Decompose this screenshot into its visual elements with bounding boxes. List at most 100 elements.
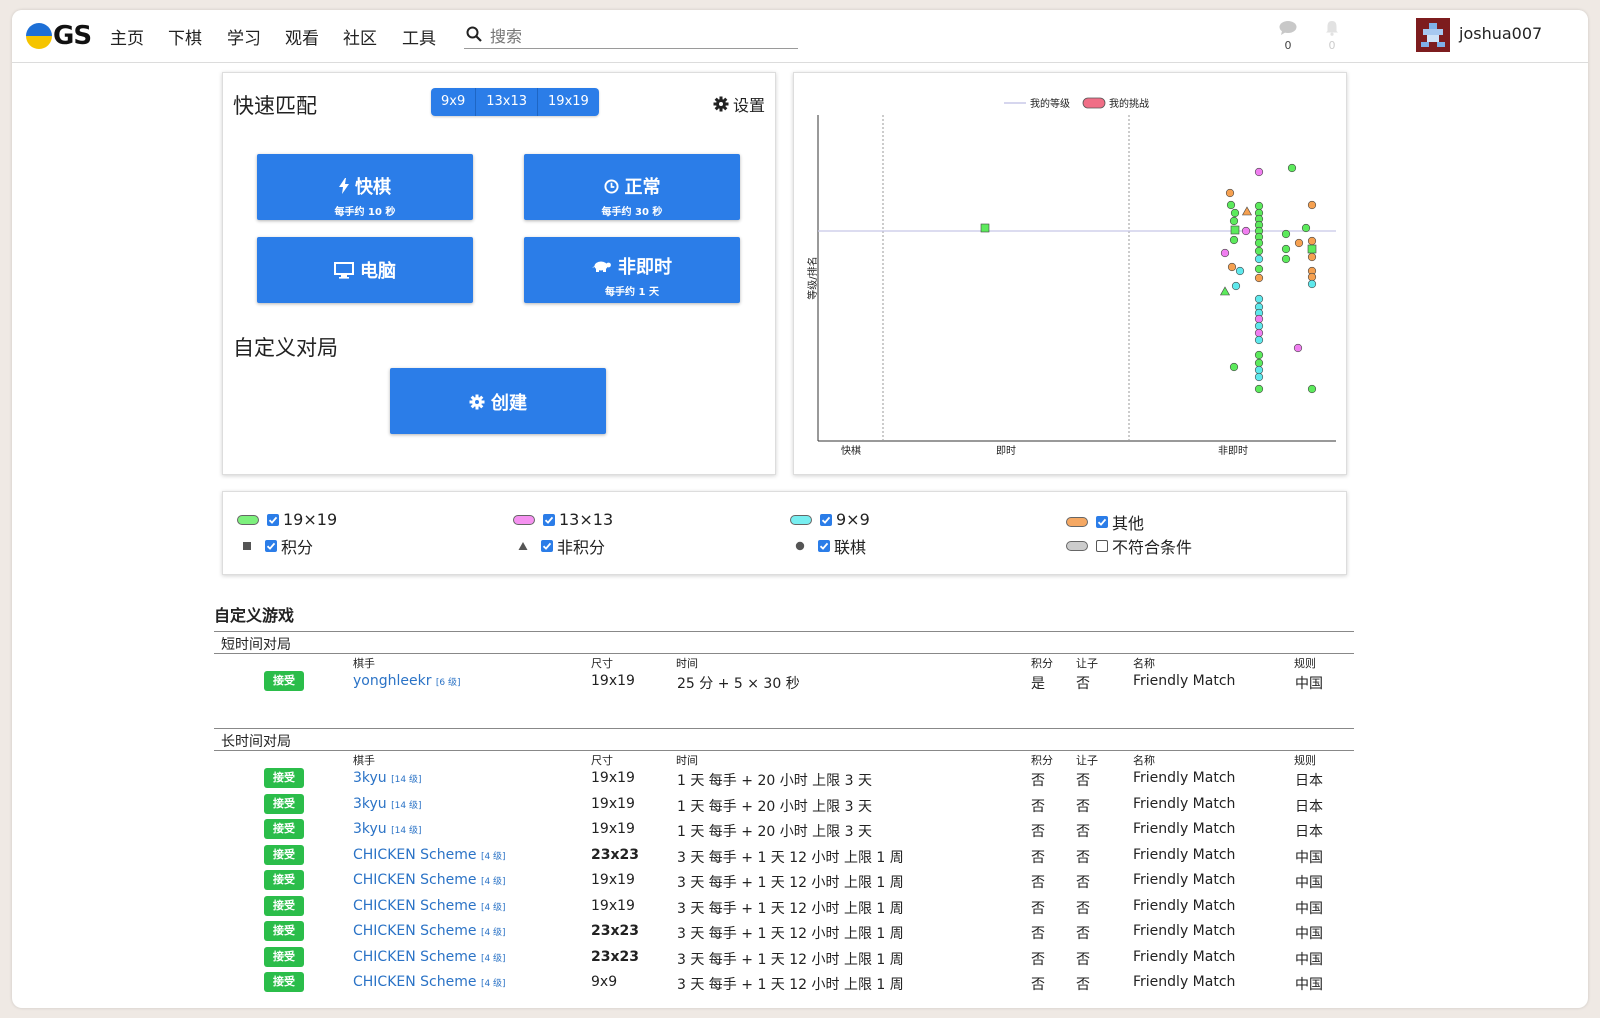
chart-point[interactable] — [1254, 246, 1264, 256]
player-cell[interactable]: yonghleekr [6 级] — [353, 673, 461, 689]
chart-point[interactable] — [1307, 252, 1317, 262]
chart-point[interactable] — [1281, 244, 1291, 254]
filter-item[interactable]: 13×13 — [513, 510, 613, 529]
chart-point[interactable] — [1254, 254, 1264, 264]
player-cell[interactable]: 3kyu [14 级] — [353, 821, 421, 837]
notifications-button[interactable]: 0 — [1320, 20, 1344, 52]
player-name[interactable]: CHICKEN Scheme — [353, 847, 476, 863]
challenge-scatter-chart[interactable]: 我的等级 我的挑战 等级/排名 快棋 即时 非即时 — [794, 73, 1346, 474]
accept-button[interactable]: 接受 — [264, 671, 304, 691]
player-name[interactable]: CHICKEN Scheme — [353, 923, 476, 939]
chart-point[interactable] — [1241, 206, 1253, 216]
size-19x19-button[interactable]: 19x19 — [538, 88, 599, 116]
player-name[interactable]: CHICKEN Scheme — [353, 974, 476, 990]
player-cell[interactable]: 3kyu [14 级] — [353, 796, 421, 812]
chart-point[interactable] — [1307, 279, 1317, 289]
chart-point[interactable] — [1254, 167, 1264, 177]
chart-point[interactable] — [1254, 238, 1264, 248]
accept-button[interactable]: 接受 — [264, 972, 304, 992]
chart-point[interactable] — [1230, 225, 1240, 235]
chart-point[interactable] — [1254, 314, 1264, 324]
filter-item[interactable]: 非积分 — [513, 534, 605, 558]
player-cell[interactable]: CHICKEN Scheme [4 级] — [353, 872, 506, 888]
chart-point[interactable] — [1293, 343, 1303, 353]
player-name[interactable]: CHICKEN Scheme — [353, 949, 476, 965]
chart-point[interactable] — [1307, 272, 1317, 282]
chart-point[interactable] — [1287, 163, 1297, 173]
chart-point[interactable] — [1254, 350, 1264, 360]
accept-button[interactable]: 接受 — [264, 870, 304, 890]
chart-point[interactable] — [1219, 286, 1231, 296]
search-input[interactable] — [488, 24, 792, 48]
chart-point[interactable] — [1254, 335, 1264, 345]
size-9x9-button[interactable]: 9x9 — [431, 88, 477, 116]
filter-item[interactable]: 不符合条件 — [1066, 534, 1192, 558]
chart-point[interactable] — [1254, 273, 1264, 283]
nav-item-watch[interactable]: 观看 — [285, 24, 319, 49]
player-name[interactable]: 3kyu — [353, 770, 387, 786]
chart-point[interactable] — [1254, 365, 1264, 375]
chart-point[interactable] — [1230, 208, 1240, 218]
filter-item[interactable]: 其他 — [1066, 510, 1144, 534]
chart-point[interactable] — [1254, 294, 1264, 304]
chat-button[interactable]: 0 — [1276, 20, 1300, 52]
chart-point[interactable] — [1301, 223, 1311, 233]
player-name[interactable]: 3kyu — [353, 796, 387, 812]
blitz-button[interactable]: 快棋 每手约 10 秒 — [257, 154, 473, 220]
chart-point[interactable] — [1235, 266, 1245, 276]
chart-point[interactable] — [1229, 235, 1239, 245]
live-button[interactable]: 正常 每手约 30 秒 — [524, 154, 740, 220]
accept-button[interactable]: 接受 — [264, 768, 304, 788]
checkbox-checked[interactable] — [820, 513, 832, 526]
chart-point[interactable] — [1294, 238, 1304, 248]
filter-item[interactable]: 积分 — [237, 534, 313, 558]
chart-point[interactable] — [1225, 188, 1235, 198]
chart-point[interactable] — [1254, 264, 1264, 274]
nav-item-tools[interactable]: 工具 — [402, 24, 436, 49]
nav-item-community[interactable]: 社区 — [343, 24, 377, 49]
chart-point[interactable] — [1281, 254, 1291, 264]
chart-point[interactable] — [1254, 328, 1264, 338]
checkbox-checked[interactable] — [267, 513, 279, 526]
checkbox-unchecked[interactable] — [1096, 540, 1108, 552]
filter-item[interactable]: 19×19 — [237, 510, 337, 529]
chart-point[interactable] — [1229, 216, 1239, 226]
chart-point[interactable] — [1307, 384, 1317, 394]
player-cell[interactable]: CHICKEN Scheme [4 级] — [353, 923, 506, 939]
username[interactable]: joshua007 — [1459, 24, 1542, 43]
player-cell[interactable]: CHICKEN Scheme [4 级] — [353, 898, 506, 914]
filter-item[interactable]: 9×9 — [790, 510, 870, 529]
checkbox-checked[interactable] — [541, 540, 553, 552]
player-name[interactable]: yonghleekr — [353, 673, 431, 689]
settings-button[interactable]: 设置 — [713, 92, 765, 116]
create-game-button[interactable]: 创建 — [390, 368, 606, 434]
chart-point[interactable] — [1226, 200, 1236, 210]
filter-item[interactable]: 联棋 — [790, 534, 866, 558]
chart-point[interactable] — [980, 223, 990, 233]
accept-button[interactable]: 接受 — [264, 921, 304, 941]
accept-button[interactable]: 接受 — [264, 793, 304, 814]
chart-point[interactable] — [1307, 244, 1317, 254]
accept-button[interactable]: 接受 — [264, 844, 304, 865]
player-cell[interactable]: CHICKEN Scheme [4 级] — [353, 847, 506, 863]
avatar[interactable] — [1416, 18, 1450, 52]
player-name[interactable]: CHICKEN Scheme — [353, 898, 476, 914]
chart-point[interactable] — [1227, 262, 1237, 272]
nav-item-play[interactable]: 下棋 — [168, 24, 202, 49]
site-logo[interactable]: GS — [26, 21, 92, 51]
accept-button[interactable]: 接受 — [264, 895, 304, 916]
size-13x13-button[interactable]: 13x13 — [476, 88, 539, 116]
player-name[interactable]: CHICKEN Scheme — [353, 872, 476, 888]
chart-point[interactable] — [1254, 321, 1264, 331]
chart-point[interactable] — [1307, 236, 1317, 246]
chart-point[interactable] — [1254, 372, 1264, 382]
player-cell[interactable]: CHICKEN Scheme [4 级] — [353, 974, 506, 990]
player-name[interactable]: 3kyu — [353, 821, 387, 837]
correspondence-button[interactable]: 非即时 每手约 1 天 — [524, 237, 740, 303]
checkbox-checked[interactable] — [1096, 516, 1108, 528]
nav-item-learn[interactable]: 学习 — [227, 24, 261, 49]
accept-button[interactable]: 接受 — [264, 946, 304, 967]
chart-point[interactable] — [1241, 226, 1251, 236]
checkbox-checked[interactable] — [543, 513, 555, 526]
chart-point[interactable] — [1220, 248, 1230, 258]
